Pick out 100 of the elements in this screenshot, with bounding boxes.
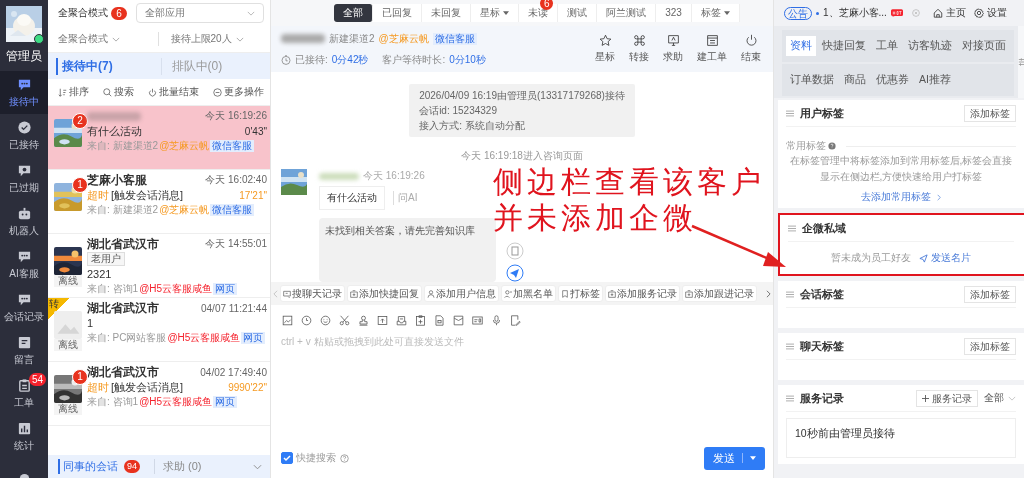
filter-tab[interactable]: 全部 xyxy=(334,4,374,22)
quick-action-button[interactable]: 搜聊天记录 xyxy=(280,285,345,302)
side-tab[interactable]: 访客轨迹 xyxy=(904,36,956,56)
quick-action-button[interactable]: 加黑名单 xyxy=(501,285,556,302)
chat-action-button[interactable]: 转接 xyxy=(629,34,649,64)
list-action[interactable]: 更多操作 xyxy=(213,85,264,99)
mode-select[interactable]: 全聚合模式 xyxy=(48,32,158,46)
power-icon xyxy=(744,34,758,47)
card-icon[interactable] xyxy=(472,314,483,326)
drag-handle-icon[interactable] xyxy=(788,224,796,232)
side-tab[interactable]: 优惠券 xyxy=(872,70,913,90)
action-label: 建工单 xyxy=(697,50,727,64)
record-filter-select[interactable]: 全部 xyxy=(984,391,1016,405)
app-select[interactable]: 全部应用 xyxy=(136,3,264,23)
colleague-tab[interactable]: 同事的会话 xyxy=(58,459,118,474)
nav-item[interactable]: 统计 xyxy=(0,415,48,458)
chat-action-button[interactable]: 结束 xyxy=(741,34,761,64)
nav-label: 统计 xyxy=(14,438,34,453)
chat-action-button[interactable]: 星标 xyxy=(595,34,615,64)
list-icon xyxy=(705,34,719,47)
conversation-item[interactable]: 2 今天 16:19:26 有什么活动 0'43" 来自: 新建渠道2@芝麻云帆 微信客服 xyxy=(48,106,270,170)
add-tag-button[interactable]: 添加标签 xyxy=(964,337,1016,355)
limit-select[interactable]: 接待上限20人 xyxy=(157,32,270,46)
conversation-item[interactable]: 1 芝麻小客服 今天 16:02:40 超时 [触发会话消息] 17'21" 来自: 新建渠道2@芝麻云帆 微信客服 xyxy=(48,170,270,234)
nav-item[interactable]: 已接待 xyxy=(0,114,48,157)
nav-item[interactable]: 留言 xyxy=(0,329,48,372)
side-tab[interactable]: 快捷回复 xyxy=(818,36,870,56)
nav-item[interactable]: AI客服 xyxy=(0,243,48,286)
quick-action-button[interactable]: 添加用户信息 xyxy=(424,285,499,302)
annotation-text: 侧边栏查看该客户 xyxy=(493,164,765,200)
add-record-button[interactable]: 服务记录 xyxy=(916,389,978,407)
notice-text[interactable]: 1、芝麻小客... xyxy=(823,6,887,20)
side-tab[interactable]: AI推荐 xyxy=(915,70,955,90)
side-tab[interactable]: 资料 xyxy=(786,36,816,56)
microphone-icon[interactable] xyxy=(491,314,502,326)
quick-action-button[interactable]: 添加服务记录 xyxy=(605,285,680,302)
send-card-link[interactable]: 发送名片 xyxy=(919,251,971,265)
tab[interactable]: 接待中(7) xyxy=(56,57,161,75)
nav-item[interactable]: 工单 54 xyxy=(0,372,48,415)
side-tab[interactable]: 工单 xyxy=(872,36,902,56)
nav-item[interactable]: 会话记录 xyxy=(0,286,48,329)
chevron-right-icon[interactable] xyxy=(766,289,771,298)
help-icon[interactable] xyxy=(828,142,836,150)
edit-icon[interactable] xyxy=(510,314,521,326)
tray-icon[interactable] xyxy=(396,314,407,326)
top-link[interactable]: 主页 xyxy=(932,6,966,20)
send-button[interactable]: 发送 xyxy=(704,446,765,470)
record-text: 10秒前由管理员接待 xyxy=(795,427,895,439)
clock-icon[interactable] xyxy=(301,314,312,326)
filter-tab[interactable]: 未回复 xyxy=(422,4,472,22)
filter-tab[interactable]: 测试 xyxy=(558,4,598,22)
document-icon[interactable] xyxy=(434,314,445,326)
caret-icon[interactable] xyxy=(750,456,756,460)
drag-handle-icon[interactable] xyxy=(786,290,794,298)
chevron-down-icon[interactable] xyxy=(253,463,262,470)
side-tab[interactable]: 商品 xyxy=(840,70,870,90)
source-label: 来自: PC网站客服 xyxy=(87,331,167,345)
quick-action-button[interactable]: 打标签 xyxy=(558,285,603,302)
chat-action-button[interactable]: 求助 xyxy=(663,34,683,64)
drag-handle-icon[interactable] xyxy=(786,394,794,402)
add-tag-button[interactable]: 添加标签 xyxy=(964,104,1016,122)
filter-tab[interactable]: 已回复 xyxy=(373,4,423,22)
quick-action-button[interactable]: 添加快捷回复 xyxy=(347,285,422,302)
smiley-icon[interactable] xyxy=(320,314,331,326)
count-badge: 6 xyxy=(111,6,127,20)
nav-item[interactable]: 机器人 xyxy=(0,200,48,243)
side-tab[interactable]: 订单数据 xyxy=(786,70,838,90)
nav-item[interactable]: 接待中 xyxy=(0,71,48,114)
scissors-icon[interactable] xyxy=(339,314,350,326)
filter-tab[interactable]: 阿兰测试 xyxy=(597,4,657,22)
upload-icon[interactable] xyxy=(377,314,388,326)
checkbox[interactable] xyxy=(281,452,293,464)
account-label: @H5云客服咸鱼 xyxy=(167,331,241,345)
filter-tab[interactable]: 标签 xyxy=(691,4,740,22)
timer-icon xyxy=(281,54,291,65)
filter-tab[interactable]: 323 xyxy=(656,4,692,22)
nav-item[interactable]: 已过期 xyxy=(0,157,48,200)
add-box-icon xyxy=(608,289,616,298)
conversation-item[interactable]: 转 离线 湖北省武汉市 04/07 11:21:44 1 来自: PC网站客服@H5云客服咸鱼 网页 xyxy=(48,298,270,362)
conversation-item[interactable]: 1 离线 湖北省武汉市 04/02 17:49:40 超时 [触发会话消息] 9990'22" 来自: 咨询1@H5云客服咸鱼 网页 xyxy=(48,362,270,426)
top-link[interactable]: 设置 xyxy=(973,6,1007,20)
clipboard-icon[interactable] xyxy=(415,314,426,326)
list-action[interactable]: 排序 xyxy=(58,85,89,99)
stamp-icon[interactable] xyxy=(358,314,369,326)
add-common-tags-link[interactable]: 去添加常用标签 xyxy=(861,190,941,204)
drag-handle-icon[interactable] xyxy=(786,109,794,117)
image-icon[interactable] xyxy=(282,314,293,326)
drag-handle-icon[interactable] xyxy=(786,342,794,350)
archive-icon[interactable] xyxy=(453,314,464,326)
duration-label: 9990'22" xyxy=(228,381,267,393)
side-tab[interactable]: 对接页面 xyxy=(958,36,1010,56)
list-action[interactable]: 搜索 xyxy=(103,85,134,99)
help-icon[interactable] xyxy=(340,453,349,463)
list-action[interactable]: 批量结束 xyxy=(148,85,199,99)
action-label: 求助 xyxy=(663,50,683,64)
add-tag-button[interactable]: 添加标签 xyxy=(964,285,1016,303)
filter-tab[interactable]: 星标 xyxy=(471,4,520,22)
quick-action-button[interactable]: 添加跟进记录 xyxy=(682,285,757,302)
chat-action-button[interactable]: 建工单 xyxy=(697,34,727,64)
send-icon[interactable] xyxy=(506,264,524,282)
